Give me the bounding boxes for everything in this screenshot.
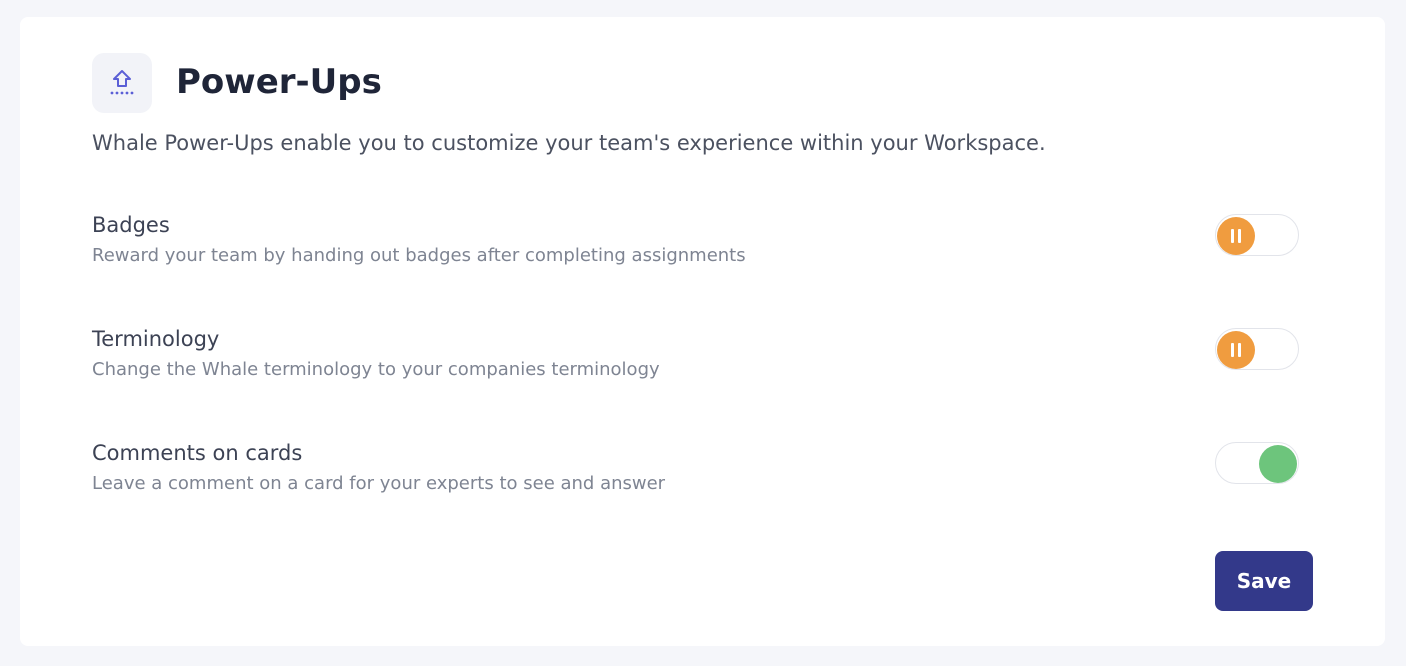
save-button[interactable]: Save (1215, 551, 1313, 611)
toggle-knob (1259, 445, 1297, 483)
power-up-arrow-icon (92, 53, 152, 113)
comments-toggle[interactable] (1215, 442, 1299, 484)
powerup-description: Reward your team by handing out badges a… (92, 245, 746, 266)
powerup-title: Terminology (92, 327, 220, 351)
powerup-row-badges: Badges Reward your team by handing out b… (92, 211, 1302, 281)
page-title: Power-Ups (176, 62, 382, 102)
powerup-row-terminology: Terminology Change the Whale terminology… (92, 325, 1302, 395)
terminology-toggle[interactable] (1215, 328, 1299, 370)
powerup-row-comments: Comments on cards Leave a comment on a c… (92, 439, 1302, 509)
powerups-card: Power-Ups Whale Power-Ups enable you to … (20, 17, 1385, 646)
page-description: Whale Power-Ups enable you to customize … (92, 131, 1046, 155)
powerup-description: Change the Whale terminology to your com… (92, 359, 660, 380)
pause-icon (1217, 331, 1255, 369)
badges-toggle[interactable] (1215, 214, 1299, 256)
powerup-title: Badges (92, 213, 170, 237)
pause-icon (1217, 217, 1255, 255)
powerup-description: Leave a comment on a card for your exper… (92, 473, 666, 494)
powerup-title: Comments on cards (92, 441, 303, 465)
